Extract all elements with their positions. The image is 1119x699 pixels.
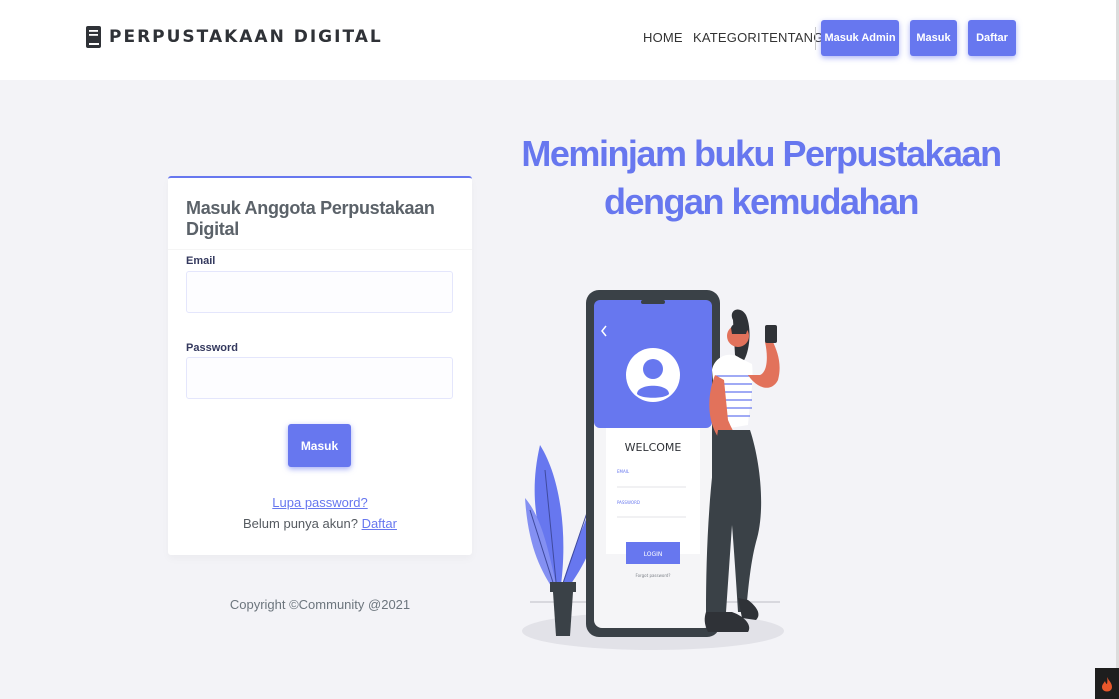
phone-welcome-text: WELCOME <box>625 441 682 454</box>
login-illustration: WELCOME EMAIL PASSWORD LOGIN Forgot pass… <box>522 290 784 650</box>
email-label: Email <box>186 255 216 267</box>
book-icon <box>86 26 101 48</box>
password-field[interactable] <box>186 357 453 399</box>
forgot-password-link[interactable]: Lupa password? <box>168 495 472 510</box>
phone-login-button: LOGIN <box>644 551 663 558</box>
signup-prompt: Belum punya akun? <box>243 516 358 531</box>
login-card: Masuk Anggota Perpustakaan Digital Email… <box>168 176 472 555</box>
admin-login-button[interactable]: Masuk Admin <box>821 20 899 56</box>
login-card-title: Masuk Anggota Perpustakaan Digital <box>186 198 435 239</box>
phone-email-label: EMAIL <box>617 469 630 474</box>
phone-password-label: PASSWORD <box>617 500 640 505</box>
hero-title-line2: dengan kemudahan <box>603 181 920 222</box>
register-nav-button[interactable]: Daftar <box>968 20 1016 56</box>
copyright-text: Copyright ©Community @2021 <box>229 597 411 612</box>
login-submit-button[interactable]: Masuk <box>288 424 351 467</box>
hero-title-line1: Meminjam buku Perpustakaan <box>521 133 1002 174</box>
signup-line: Belum punya akun? Daftar <box>168 516 472 531</box>
navbar: PERPUSTAKAAN DIGITAL HOME KATEGORI TENTA… <box>0 0 1119 80</box>
hero-title: Meminjam buku Perpustakaan dengan kemuda… <box>520 130 1002 226</box>
brand-name: PERPUSTAKAAN DIGITAL <box>109 27 383 47</box>
login-card-header: Masuk Anggota Perpustakaan Digital <box>168 178 472 250</box>
brand[interactable]: PERPUSTAKAAN DIGITAL <box>86 24 383 50</box>
phone-forgot-text: Forgot password? <box>635 573 670 578</box>
login-nav-button[interactable]: Masuk <box>910 20 957 56</box>
nav-divider <box>815 27 816 50</box>
nav-link-home[interactable]: HOME <box>643 30 683 45</box>
email-field[interactable] <box>186 271 453 313</box>
signup-link[interactable]: Daftar <box>362 516 397 531</box>
nav-link-kategori[interactable]: KATEGORI <box>693 30 761 45</box>
flame-icon[interactable] <box>1095 668 1119 699</box>
password-label: Password <box>186 342 238 354</box>
